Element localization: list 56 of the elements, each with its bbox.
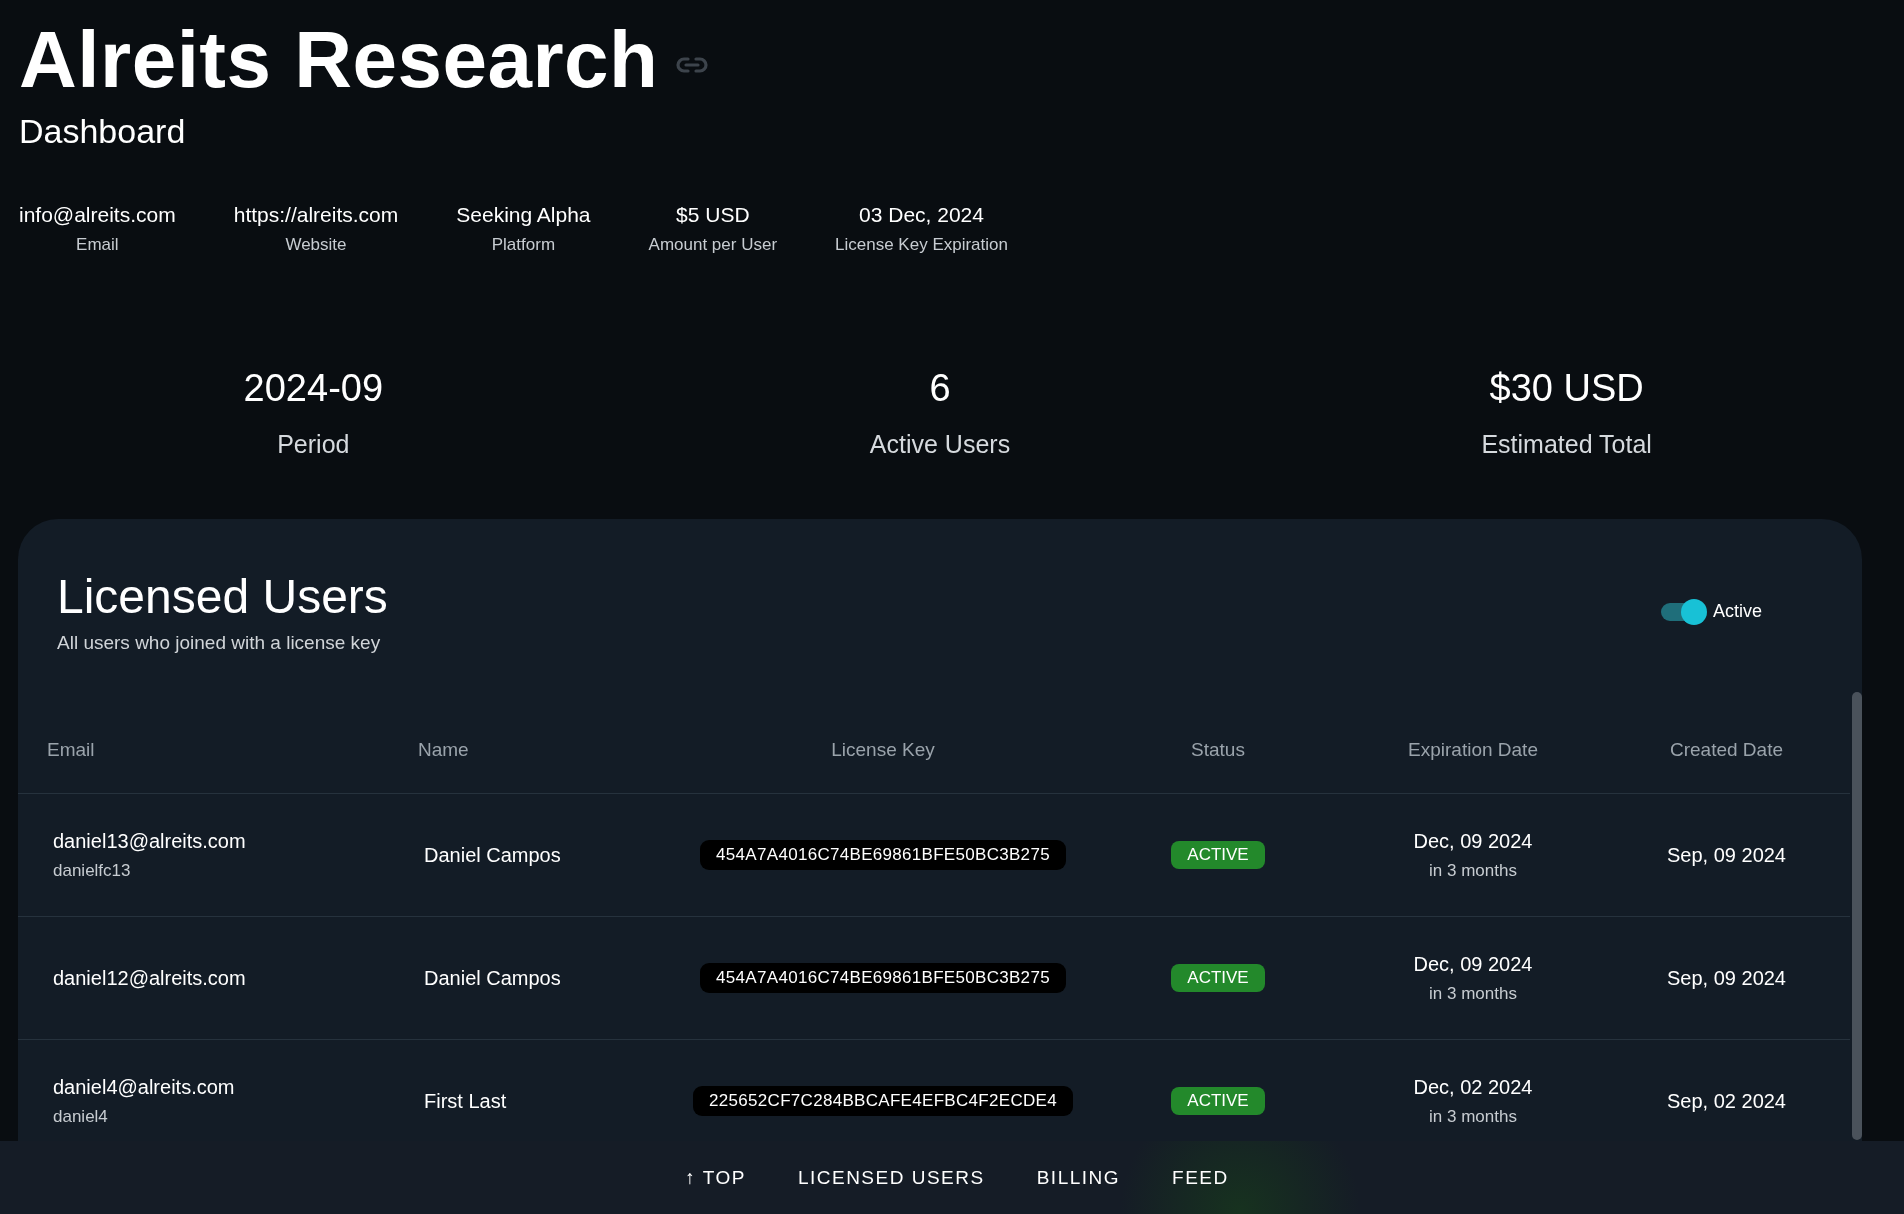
info-label: Email: [76, 235, 119, 255]
stat-label: Estimated Total: [1481, 430, 1652, 459]
column-header: License Key: [831, 738, 935, 761]
column-header: Status: [1191, 738, 1245, 761]
stat-label: Active Users: [869, 430, 1011, 459]
nav-link[interactable]: FEED: [1172, 1166, 1229, 1189]
info-value: info@alreits.com: [19, 203, 176, 227]
info-value: https://alreits.com: [233, 203, 399, 227]
user-name: Daniel Campos: [424, 843, 562, 867]
user-email: daniel13@alreits.com: [53, 829, 247, 853]
license-key: 454A7A4016C74BE69861BFE50BC3B275: [700, 840, 1066, 870]
expiration-date: Dec, 09 2024: [1413, 829, 1533, 853]
stat-value: 2024-09: [243, 367, 384, 410]
card-subtitle: All users who joined with a license key: [57, 632, 382, 654]
page-subtitle: Dashboard: [19, 112, 187, 151]
license-key: 454A7A4016C74BE69861BFE50BC3B275: [700, 963, 1066, 993]
user-name: Daniel Campos: [424, 966, 562, 990]
scrollbar[interactable]: [1852, 692, 1862, 1140]
nav-link[interactable]: LICENSED USERS: [797, 1166, 985, 1189]
username: daniel4: [53, 1106, 109, 1127]
expiration-relative: in 3 months: [1429, 1106, 1517, 1127]
stat-label: Period: [277, 430, 350, 459]
info-label: Website: [285, 235, 347, 255]
toggle-label: Active: [1712, 601, 1762, 622]
status-badge: ACTIVE: [1171, 1087, 1265, 1115]
created-date: Sep, 09 2024: [1667, 843, 1786, 867]
page-title: Alreits Research: [19, 14, 659, 106]
username: danielfc13: [53, 860, 132, 881]
status-badge: ACTIVE: [1171, 841, 1265, 869]
info-value: 03 Dec, 2024: [859, 203, 984, 227]
expiration-relative: in 3 months: [1429, 860, 1517, 881]
nav-link[interactable]: BILLING: [1036, 1166, 1121, 1189]
status-badge: ACTIVE: [1171, 964, 1265, 992]
info-label: Amount per User: [648, 235, 778, 255]
expiration-relative: in 3 months: [1429, 983, 1517, 1004]
created-date: Sep, 02 2024: [1667, 1089, 1786, 1113]
license-key: 225652CF7C284BBCAFE4EFBC4F2ECDE4: [693, 1086, 1073, 1116]
column-header: Name: [418, 738, 470, 761]
card-title: Licensed Users: [57, 569, 388, 624]
column-header: Expiration Date: [1408, 738, 1538, 761]
user-email: daniel4@alreits.com: [53, 1075, 236, 1099]
info-label: License Key Expiration: [835, 235, 1008, 255]
column-header: Email: [46, 738, 96, 761]
expiration-date: Dec, 09 2024: [1413, 952, 1533, 976]
created-date: Sep, 09 2024: [1667, 966, 1786, 990]
column-header: Created Date: [1670, 738, 1783, 761]
info-value: $5 USD: [676, 203, 750, 227]
expiration-date: Dec, 02 2024: [1413, 1075, 1533, 1099]
nav-link[interactable]: ↑ TOP: [685, 1166, 746, 1189]
info-label: Platform: [491, 235, 556, 255]
stat-value: 6: [929, 367, 951, 410]
link-icon[interactable]: [676, 56, 709, 74]
info-value: Seeking Alpha: [456, 203, 591, 227]
user-email: daniel12@alreits.com: [53, 966, 247, 990]
stat-value: $30 USD: [1489, 367, 1644, 410]
user-name: First Last: [424, 1089, 508, 1113]
